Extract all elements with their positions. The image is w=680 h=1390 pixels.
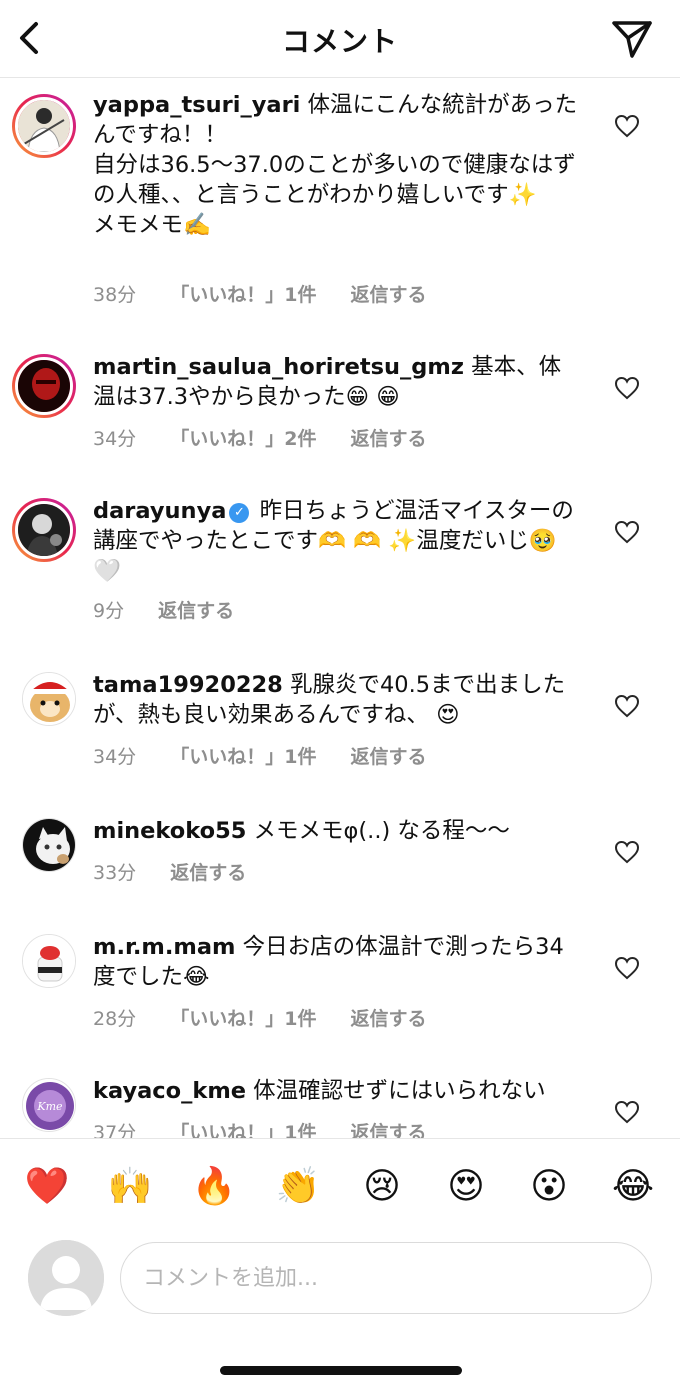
verified-badge-icon: ✓ xyxy=(229,503,250,523)
comment-meta: 33分 返信する xyxy=(93,858,274,885)
likes-count[interactable]: 「いいね！」1件 xyxy=(170,1122,316,1138)
emoji-laughing-button[interactable]: 😂 xyxy=(608,1167,658,1207)
avatar[interactable] xyxy=(12,354,76,418)
comment-username[interactable]: martin_saulua_horiretsu_gmz xyxy=(93,354,464,380)
avatar[interactable] xyxy=(22,818,76,872)
heart-outline-icon[interactable] xyxy=(614,520,640,544)
comment-meta: 28分 「いいね！」1件 返信する xyxy=(93,1004,455,1031)
likes-count[interactable]: 「いいね！」1件 xyxy=(170,284,316,306)
heart-outline-icon[interactable] xyxy=(614,114,640,138)
avatar[interactable]: Kme xyxy=(22,1078,76,1132)
reply-button[interactable]: 返信する xyxy=(351,746,427,768)
emoji-reaction-bar: ❤️ 🙌 🔥 👏 😢 😍 😮 😂 xyxy=(0,1138,680,1232)
emoji-heart-eyes-button[interactable]: 😍 xyxy=(441,1167,491,1207)
page-title: コメント xyxy=(281,25,398,58)
comment-time: 34分 xyxy=(93,746,137,768)
comment-meta: 34分 「いいね！」2件 返信する xyxy=(93,424,455,451)
paper-plane-icon[interactable] xyxy=(610,18,654,60)
comment-username[interactable]: darayunya xyxy=(93,498,226,524)
reply-button[interactable]: 返信する xyxy=(351,428,427,450)
heart-outline-icon[interactable] xyxy=(614,1100,640,1124)
avatar[interactable] xyxy=(22,672,76,726)
comment-meta: 38分 「いいね！」1件 返信する xyxy=(93,280,455,307)
comment-time: 9分 xyxy=(93,600,125,622)
emoji-surprised-button[interactable]: 😮 xyxy=(524,1167,574,1207)
heart-outline-icon[interactable] xyxy=(614,840,640,864)
reply-button[interactable]: 返信する xyxy=(170,862,246,884)
home-indicator xyxy=(220,1366,462,1375)
emoji-clap-button[interactable]: 👏 xyxy=(273,1167,323,1207)
reply-button[interactable]: 返信する xyxy=(351,284,427,306)
comment-username[interactable]: m.r.m.mam xyxy=(93,934,236,960)
comment-meta: 9分 返信する xyxy=(93,596,262,623)
top-bar: コメント xyxy=(0,0,680,78)
reply-button[interactable]: 返信する xyxy=(351,1122,427,1138)
comment-time: 34分 xyxy=(93,428,137,450)
comment-username[interactable]: tama19920228 xyxy=(93,672,283,698)
comment-meta: 34分 「いいね！」1件 返信する xyxy=(93,742,455,769)
likes-count[interactable]: 「いいね！」1件 xyxy=(170,746,316,768)
comment-text: yappa_tsuri_yari 体温にこんな統計があったんですね！！ 自分は3… xyxy=(93,92,578,238)
reply-button[interactable]: 返信する xyxy=(351,1008,427,1030)
comment-text: minekoko55 メモメモφ(..) なる程〜〜 xyxy=(93,818,510,844)
comment-text: tama19920228 乳腺炎で40.5まで出ましたが、熱も良い効果あるんです… xyxy=(93,672,566,728)
comment-time: 38分 xyxy=(93,284,137,306)
avatar[interactable] xyxy=(12,498,76,562)
comment-username[interactable]: kayaco_kme xyxy=(93,1078,246,1104)
likes-count[interactable]: 「いいね！」1件 xyxy=(170,1008,316,1030)
heart-outline-icon[interactable] xyxy=(614,376,640,400)
comment-time: 37分 xyxy=(93,1122,137,1138)
emoji-fire-button[interactable]: 🔥 xyxy=(189,1167,239,1207)
comment-username[interactable]: yappa_tsuri_yari xyxy=(93,92,300,118)
comment-text: kayaco_kme 体温確認せずにはいられない xyxy=(93,1078,546,1104)
likes-count[interactable]: 「いいね！」2件 xyxy=(170,428,316,450)
emoji-heart-button[interactable]: ❤️ xyxy=(22,1167,72,1207)
comment-text: martin_saulua_horiretsu_gmz 基本、体温は37.3やか… xyxy=(93,354,562,410)
avatar[interactable] xyxy=(12,94,76,158)
comment-list[interactable]: yappa_tsuri_yari 体温にこんな統計があったんですね！！ 自分は3… xyxy=(0,78,680,1138)
avatar[interactable] xyxy=(22,934,76,988)
comment-meta: 37分 「いいね！」1件 返信する xyxy=(93,1118,455,1138)
comment-time: 33分 xyxy=(93,862,137,884)
reply-button[interactable]: 返信する xyxy=(158,600,234,622)
comment-input[interactable] xyxy=(120,1242,652,1314)
emoji-raised-hands-button[interactable]: 🙌 xyxy=(105,1167,155,1207)
comment-time: 28分 xyxy=(93,1008,137,1030)
emoji-crying-button[interactable]: 😢 xyxy=(357,1167,407,1207)
heart-outline-icon[interactable] xyxy=(614,956,640,980)
svg-text:Kme: Kme xyxy=(36,1100,63,1113)
heart-outline-icon[interactable] xyxy=(614,694,640,718)
comment-composer xyxy=(0,1236,680,1326)
user-placeholder-icon xyxy=(28,1240,104,1316)
comment-text: darayunya ✓ 昨日ちょうど温活マイスターの講座でやったとこです🫶 🫶 ✨… xyxy=(93,498,574,584)
comment-username[interactable]: minekoko55 xyxy=(93,818,246,844)
comment-text: m.r.m.mam 今日お店の体温計で測ったら34度でした😂 xyxy=(93,934,564,990)
